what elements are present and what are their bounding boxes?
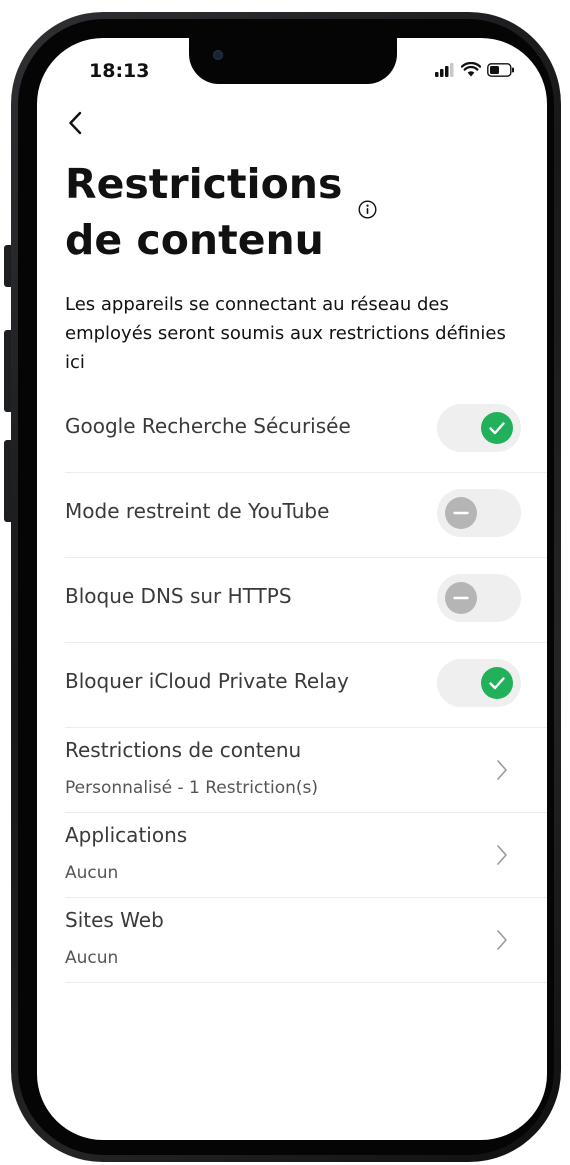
volume-up-button: [4, 330, 11, 412]
status-time: 18:13: [89, 60, 150, 82]
cellular-signal-icon: [435, 62, 454, 77]
minus-icon: [453, 596, 469, 600]
toggle-knob-checked: [481, 667, 513, 699]
nav-row-label: Restrictions de contenu: [65, 738, 302, 762]
toggle-label: Bloque DNS sur HTTPS: [65, 584, 292, 608]
minus-icon: [453, 511, 469, 515]
toggle-row-google-safe-search: Google Recherche Sécurisée: [65, 388, 547, 473]
volume-down-button: [4, 440, 11, 522]
nav-row-label: Applications: [65, 823, 188, 847]
toggle-label: Mode restreint de YouTube: [65, 499, 330, 523]
front-camera: [213, 50, 223, 60]
nav-row-value: Aucun: [65, 863, 119, 883]
toggle-knob-checked: [481, 412, 513, 444]
toggle-knob-unchecked: [445, 497, 477, 529]
status-icons: [435, 62, 515, 77]
toggle-google-safe-search[interactable]: [437, 404, 521, 452]
silent-switch: [4, 245, 11, 287]
page-title-line-2: de contenu: [65, 216, 324, 264]
back-button[interactable]: [63, 108, 93, 138]
nav-row-value: Personnalisé - 1 Restriction(s): [65, 778, 319, 798]
toggle-dns-over-https[interactable]: [437, 574, 521, 622]
toggle-youtube-restricted[interactable]: [437, 489, 521, 537]
phone-screen: 18:13 Restrictions de contenu Les appare…: [37, 38, 547, 1140]
chevron-left-icon: [69, 111, 82, 135]
nav-row-value: Aucun: [65, 948, 119, 968]
chevron-right-icon: [497, 845, 507, 865]
toggle-row-icloud-private-relay: Bloquer iCloud Private Relay: [65, 643, 547, 728]
nav-row-content-restrictions[interactable]: Restrictions de contenu Personnalisé - 1…: [65, 728, 547, 813]
checkmark-icon: [489, 677, 505, 690]
page-title: Restrictions de contenu: [65, 156, 365, 268]
chevron-right-icon: [497, 760, 507, 780]
toggle-icloud-private-relay[interactable]: [437, 659, 521, 707]
nav-row-label: Sites Web: [65, 908, 164, 932]
info-button[interactable]: [358, 200, 377, 219]
toggle-label: Google Recherche Sécurisée: [65, 414, 351, 438]
toggle-row-dns-over-https: Bloque DNS sur HTTPS: [65, 558, 547, 643]
page-description: Les appareils se connectant au réseau de…: [65, 294, 506, 373]
battery-icon: [487, 62, 514, 77]
nav-row-websites[interactable]: Sites Web Aucun: [65, 898, 547, 983]
nav-row-applications[interactable]: Applications Aucun: [65, 813, 547, 898]
notch: [189, 38, 397, 84]
page-title-line-1: Restrictions: [65, 160, 343, 208]
wifi-icon: [461, 62, 481, 77]
toggle-row-youtube-restricted: Mode restreint de YouTube: [65, 473, 547, 558]
toggle-knob-unchecked: [445, 582, 477, 614]
info-icon: [358, 200, 377, 219]
chevron-right-icon: [497, 930, 507, 950]
toggle-label: Bloquer iCloud Private Relay: [65, 669, 349, 693]
checkmark-icon: [489, 422, 505, 435]
